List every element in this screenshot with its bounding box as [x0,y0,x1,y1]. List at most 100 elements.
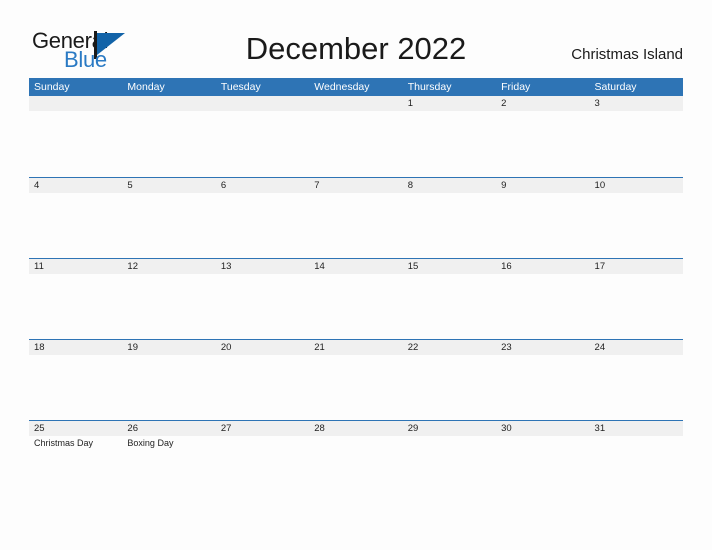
day-events-list [501,274,589,276]
holiday-label: Christmas Day [34,438,94,448]
day-events-cell-11[interactable] [29,274,122,339]
day-number: 7 [314,180,320,191]
day-events-list [408,274,496,276]
day-number-cell-21[interactable]: 21 [309,340,402,355]
day-number: 3 [594,98,600,109]
day-number-cell-1[interactable]: 1 [403,96,496,111]
day-events-cell-25[interactable]: Christmas Day [29,436,122,501]
day-events-cell-26[interactable]: Boxing Day [122,436,215,501]
day-events-cell-13[interactable] [216,274,309,339]
week-event-area [29,193,683,258]
day-events-cell-14[interactable] [309,274,402,339]
day-number: 14 [314,261,325,272]
day-number-cell-6[interactable]: 6 [216,178,309,193]
day-number: 17 [594,261,606,272]
day-number-cell-7[interactable]: 7 [309,178,402,193]
day-events-cell-16[interactable] [496,274,589,339]
day-number-cell-27[interactable]: 27 [216,421,309,436]
day-events-list [34,355,122,357]
day-events-list [314,436,402,438]
day-events-cell-29[interactable] [403,436,496,501]
page-header: General Blue December 2022 Christmas Isl… [0,0,712,78]
calendar-week-row: 4 5 6 7 8 9 10 [29,177,683,258]
day-events-cell-9[interactable] [496,193,589,258]
day-events-cell-19[interactable] [122,355,215,420]
day-number-cell-2[interactable]: 2 [496,96,589,111]
day-events-cell-17[interactable] [590,274,683,339]
day-number-cell-24[interactable]: 24 [590,340,683,355]
day-events-cell-5[interactable] [122,193,215,258]
day-events-cell-10[interactable] [590,193,683,258]
calendar-weeks: 1 2 3 4 5 6 7 8 9 10 11 12 13 14 15 16 17 18 19 20 21 22 23 24 2… [29,96,683,501]
day-number-cell-28[interactable]: 28 [309,421,402,436]
day-events-list [595,274,683,276]
day-number: 24 [594,342,606,353]
day-events-cell-empty [309,111,402,176]
holiday-label: Boxing Day [127,438,174,448]
day-events-cell-6[interactable] [216,193,309,258]
day-events-list [221,193,309,195]
day-events-list [595,436,683,438]
day-events-cell-12[interactable] [122,274,215,339]
day-number-cell-29[interactable]: 29 [403,421,496,436]
day-events-cell-2[interactable] [496,111,589,176]
day-number: 13 [220,261,232,272]
day-number-cell-20[interactable]: 20 [216,340,309,355]
day-events-list [221,274,309,276]
day-number-cell-13[interactable]: 13 [216,259,309,274]
day-number-cell-22[interactable]: 22 [403,340,496,355]
day-number-cell-17[interactable]: 17 [590,259,683,274]
day-number-cell-12[interactable]: 12 [122,259,215,274]
day-events-cell-18[interactable] [29,355,122,420]
day-number-cell-10[interactable]: 10 [590,178,683,193]
day-number-cell-4[interactable]: 4 [29,178,122,193]
day-number-cell-14[interactable]: 14 [309,259,402,274]
day-events-list [314,355,402,357]
day-number-cell-25[interactable]: 25 [29,421,122,436]
day-number-cell-8[interactable]: 8 [403,178,496,193]
day-number-cell-31[interactable]: 31 [590,421,683,436]
weekday-header-friday: Friday [501,81,531,93]
day-number [221,96,309,111]
day-events-cell-20[interactable] [216,355,309,420]
day-events-list [314,274,402,276]
day-number-cell-16[interactable]: 16 [496,259,589,274]
day-events-cell-8[interactable] [403,193,496,258]
day-events-cell-31[interactable] [590,436,683,501]
day-events-cell-24[interactable] [590,355,683,420]
location-label: Christmas Island [571,46,683,63]
day-number-cell-5[interactable]: 5 [122,178,215,193]
day-events-cell-3[interactable] [590,111,683,176]
day-number-cell-11[interactable]: 11 [29,259,122,274]
day-events-list [127,274,215,276]
day-events-cell-15[interactable] [403,274,496,339]
day-events-cell-21[interactable] [309,355,402,420]
day-events-cell-7[interactable] [309,193,402,258]
day-events-cell-4[interactable] [29,193,122,258]
day-number-cell-19[interactable]: 19 [122,340,215,355]
weekday-header-tuesday: Tuesday [220,81,261,93]
day-number: 12 [127,261,138,272]
day-number-cell-30[interactable]: 30 [496,421,589,436]
week-event-area [29,355,683,420]
day-events-cell-27[interactable] [216,436,309,501]
day-number-cell-18[interactable]: 18 [29,340,122,355]
week-date-band: 18 19 20 21 22 23 24 [29,340,683,355]
day-number-cell-15[interactable]: 15 [403,259,496,274]
day-events-cell-30[interactable] [496,436,589,501]
day-events-cell-23[interactable] [496,355,589,420]
day-events-list [221,436,309,438]
day-number-cell-26[interactable]: 26 [122,421,215,436]
day-number: 20 [220,342,232,353]
calendar-week-row: 1 2 3 [29,96,683,177]
day-number-cell-23[interactable]: 23 [496,340,589,355]
day-events-cell-28[interactable] [309,436,402,501]
day-events-list [127,111,215,113]
day-events-cell-22[interactable] [403,355,496,420]
day-number-cell-9[interactable]: 9 [496,178,589,193]
day-events-list [408,111,496,113]
day-events-cell-1[interactable] [403,111,496,176]
day-number-cell-3[interactable]: 3 [590,96,683,111]
day-number: 5 [127,180,133,191]
day-number: 10 [594,180,606,191]
